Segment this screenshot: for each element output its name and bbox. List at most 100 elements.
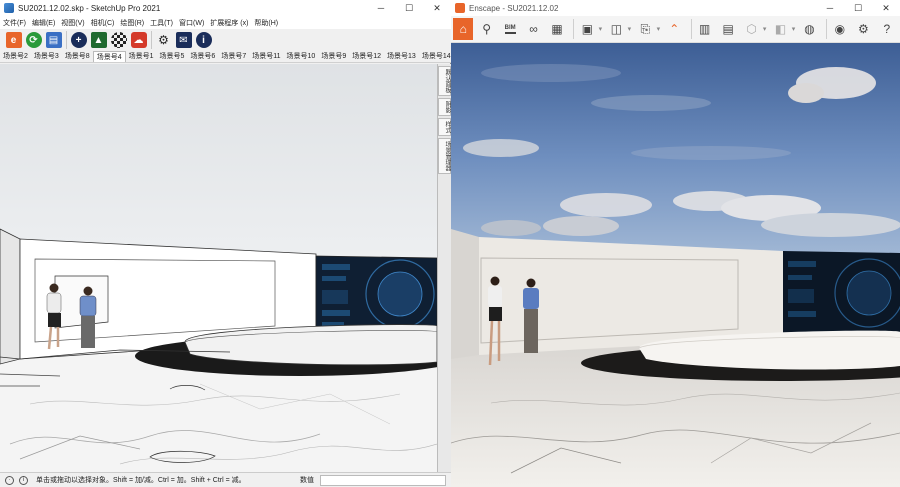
book-button[interactable]: ◧ xyxy=(770,18,790,40)
tab-scene[interactable]: 场景号12 xyxy=(349,51,384,62)
collapse-button[interactable]: ⌃ xyxy=(664,18,684,40)
map-icon: ▥ xyxy=(699,22,711,36)
about-button[interactable]: i xyxy=(194,31,213,50)
gear-icon: ⚙ xyxy=(158,33,169,47)
cube-icon: ⬡ xyxy=(746,22,757,36)
geolocation-icon[interactable]: · xyxy=(5,475,14,485)
tab-scene[interactable]: 场景号6 xyxy=(187,51,218,62)
maximize-icon[interactable]: ☐ xyxy=(395,0,423,16)
views-button[interactable]: ▤ xyxy=(718,18,738,40)
tab-scene-active[interactable]: 场景号4 xyxy=(92,51,126,62)
upload-button[interactable]: ☁ xyxy=(129,31,148,50)
feedback-button[interactable]: ✉ xyxy=(174,31,193,50)
chevron-up-icon: ⌃ xyxy=(669,22,680,36)
measurements-input[interactable] xyxy=(320,475,446,486)
minimize-icon[interactable]: ─ xyxy=(367,0,395,16)
image-icon: ▣ xyxy=(581,22,594,36)
clapperboard-icon: ▦ xyxy=(551,22,563,36)
tab-shadows[interactable]: 阴影 xyxy=(438,98,451,116)
sketchup-toolbar: e ⟳ ▤ + ▲ ☁ ⚙ ✉ i xyxy=(0,29,451,51)
info-circle-icon[interactable]: i xyxy=(19,475,28,485)
menu-tools[interactable]: 工具(T) xyxy=(150,18,173,28)
sync-button[interactable]: ⟳ xyxy=(24,31,43,50)
map-button[interactable]: ▥ xyxy=(694,18,714,40)
tab-scene[interactable]: 场景号5 xyxy=(157,51,188,62)
tab-scene[interactable]: 场景号11 xyxy=(249,51,283,62)
tab-styles[interactable]: 样式 xyxy=(438,118,451,136)
bim-icon: BIM xyxy=(504,24,516,34)
tab-scene[interactable]: 场景号10 xyxy=(284,51,319,62)
maximize-icon[interactable]: ☐ xyxy=(844,0,872,16)
chevron-down-icon[interactable]: ▾ xyxy=(792,25,796,33)
tab-scene[interactable]: 场景号3 xyxy=(31,51,62,62)
cube-button[interactable]: ⬡ xyxy=(741,18,761,40)
toolbar-separator xyxy=(66,31,67,49)
toolbar-separator xyxy=(690,19,692,39)
settings-button[interactable]: ⚙ xyxy=(154,31,173,50)
screenshot-button[interactable]: ▣ xyxy=(577,18,597,40)
chevron-down-icon[interactable]: ▾ xyxy=(657,25,661,33)
chevron-down-icon[interactable]: ▾ xyxy=(763,25,767,33)
sketchup-window-title: SU2021.12.02.skp - SketchUp Pro 2021 xyxy=(18,3,161,13)
upload-cloud-icon: ☁ xyxy=(130,32,147,48)
binoculars-icon: ∞ xyxy=(529,22,538,36)
menu-extensions[interactable]: 扩展程序 (x) xyxy=(210,18,248,28)
tab-scene[interactable]: 场景号14 xyxy=(419,51,451,62)
toolbar-separator xyxy=(151,31,152,49)
tree-asset-button[interactable]: ▲ xyxy=(89,31,108,50)
tab-scene[interactable]: 场景号8 xyxy=(62,51,93,62)
tab-scene[interactable]: 场景号9 xyxy=(318,51,349,62)
sketchup-title-bar: SU2021.12.02.skp - SketchUp Pro 2021 ─ ☐… xyxy=(0,0,451,16)
status-hint-text: 单击或拖动以选择对象。Shift = 加/减。Ctrl = 加。Shift + … xyxy=(36,477,246,484)
menu-help[interactable]: 帮助(H) xyxy=(254,18,278,28)
book-icon: ◧ xyxy=(774,22,787,36)
tab-scene-manager[interactable]: 场景管理器 xyxy=(438,138,451,174)
chevron-down-icon[interactable]: ▾ xyxy=(628,25,632,33)
material-editor-button[interactable]: ◍ xyxy=(799,18,819,40)
tab-scene[interactable]: 场景号1 xyxy=(126,51,157,62)
home-icon: ⌂ xyxy=(459,22,467,36)
chevron-down-icon[interactable]: ▾ xyxy=(599,25,603,33)
sketchup-menu-bar: 文件(F) 编辑(E) 视图(V) 相机(C) 绘图(R) 工具(T) 窗口(W… xyxy=(0,16,451,29)
scene-tabs: 场景号2 场景号3 场景号8 场景号4 场景号1 场景号5 场景号6 场景号7 … xyxy=(0,51,451,63)
menu-view[interactable]: 视图(V) xyxy=(61,18,84,28)
add-button[interactable]: + xyxy=(69,31,88,50)
menu-file[interactable]: 文件(F) xyxy=(3,18,26,28)
export-button[interactable]: ⎘ xyxy=(635,18,655,40)
tab-scene[interactable]: 场景号2 xyxy=(0,51,31,62)
mail-icon: ✉ xyxy=(175,32,192,48)
enscape-app-icon xyxy=(455,3,465,13)
measurements-label: 数值 xyxy=(300,477,314,484)
home-button[interactable]: ⌂ xyxy=(453,18,474,40)
close-icon[interactable]: ✕ xyxy=(423,0,451,16)
enscape-render-viewport[interactable] xyxy=(451,43,900,487)
views-icon: ▤ xyxy=(45,32,62,48)
vr-button[interactable]: ∞ xyxy=(523,18,543,40)
sketchup-3d-viewport[interactable] xyxy=(0,64,437,472)
visual-settings-button[interactable]: ◉ xyxy=(830,18,850,40)
enscape-start-button[interactable]: e xyxy=(4,31,23,50)
gear-icon: ⚙ xyxy=(857,22,869,36)
material-button[interactable] xyxy=(109,31,128,50)
enscape-views-button[interactable]: ▤ xyxy=(44,31,63,50)
bim-button[interactable]: BIM xyxy=(500,18,520,40)
info-icon: i xyxy=(195,32,212,48)
close-icon[interactable]: ✕ xyxy=(872,0,900,16)
export-icon: ⎘ xyxy=(640,21,651,36)
menu-edit[interactable]: 编辑(E) xyxy=(32,18,55,28)
sketchup-scene-drawing xyxy=(0,228,437,472)
help-button[interactable]: ? xyxy=(877,18,897,40)
asset-library-button[interactable]: ⚲ xyxy=(476,18,496,40)
minimize-icon[interactable]: ─ xyxy=(816,0,844,16)
tab-scene[interactable]: 场景号13 xyxy=(384,51,419,62)
toolbar-separator xyxy=(573,19,575,39)
tab-scene[interactable]: 场景号7 xyxy=(218,51,249,62)
panorama-button[interactable]: ◫ xyxy=(606,18,626,40)
menu-camera[interactable]: 相机(C) xyxy=(91,18,115,28)
menu-window[interactable]: 窗口(W) xyxy=(179,18,204,28)
panorama-icon: ◫ xyxy=(610,22,623,36)
video-editor-button[interactable]: ▦ xyxy=(547,18,567,40)
menu-draw[interactable]: 绘图(R) xyxy=(120,18,144,28)
general-settings-button[interactable]: ⚙ xyxy=(853,18,873,40)
tab-default-tray[interactable]: 默认面板 xyxy=(438,66,451,96)
